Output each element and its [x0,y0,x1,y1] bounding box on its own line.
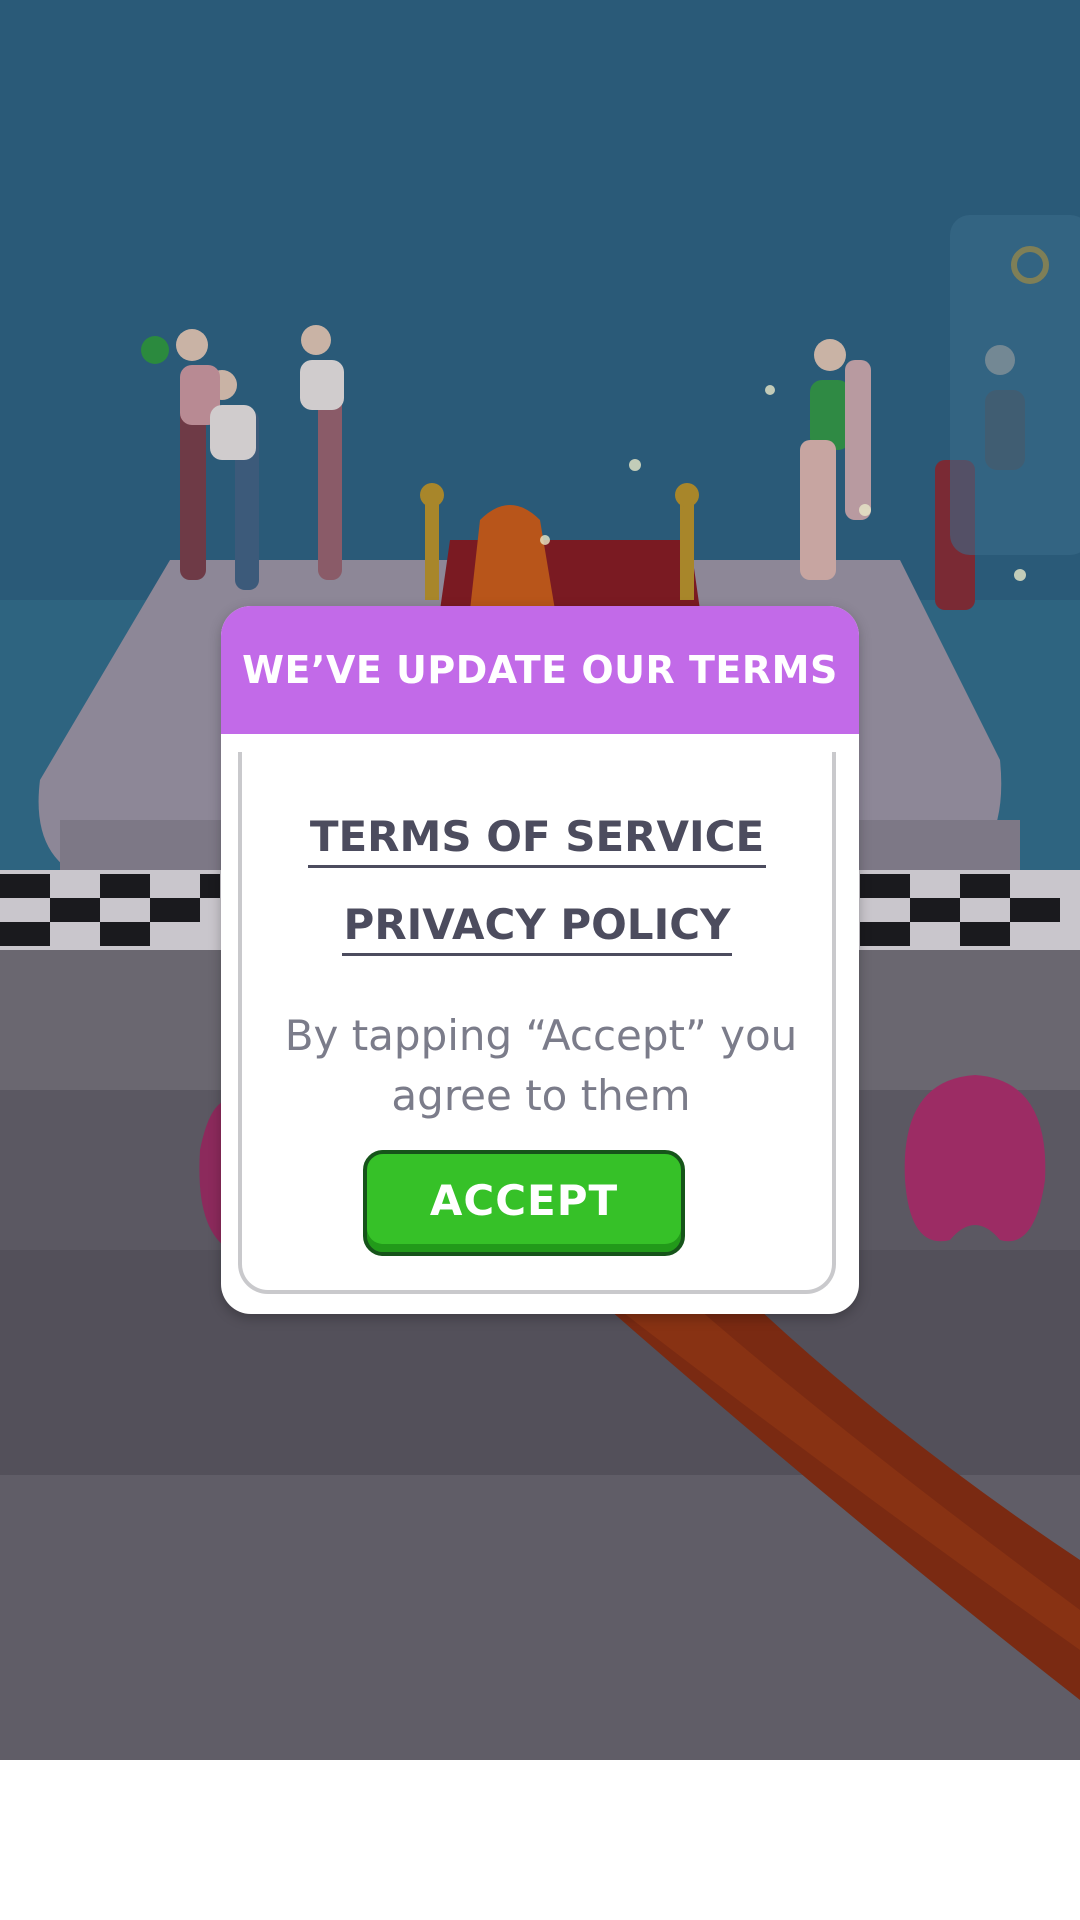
accept-button-label: ACCEPT [429,1175,619,1225]
dialog-title: WE’VE UPDATE OUR TERMS [242,648,838,692]
dialog-header: WE’VE UPDATE OUR TERMS [221,606,859,734]
accept-button[interactable]: ACCEPT [363,1150,685,1256]
consent-line-1: By tapping “Accept” you [284,1011,798,1060]
privacy-policy-row: PRIVACY POLICY [242,900,832,956]
terms-of-service-link[interactable]: TERMS OF SERVICE [307,812,767,868]
privacy-policy-link[interactable]: PRIVACY POLICY [341,900,733,956]
consent-line-2: agree to them [391,1071,691,1120]
consent-text: By tapping “Accept” you agree to them [262,1006,820,1126]
terms-of-service-row: TERMS OF SERVICE [242,812,832,868]
